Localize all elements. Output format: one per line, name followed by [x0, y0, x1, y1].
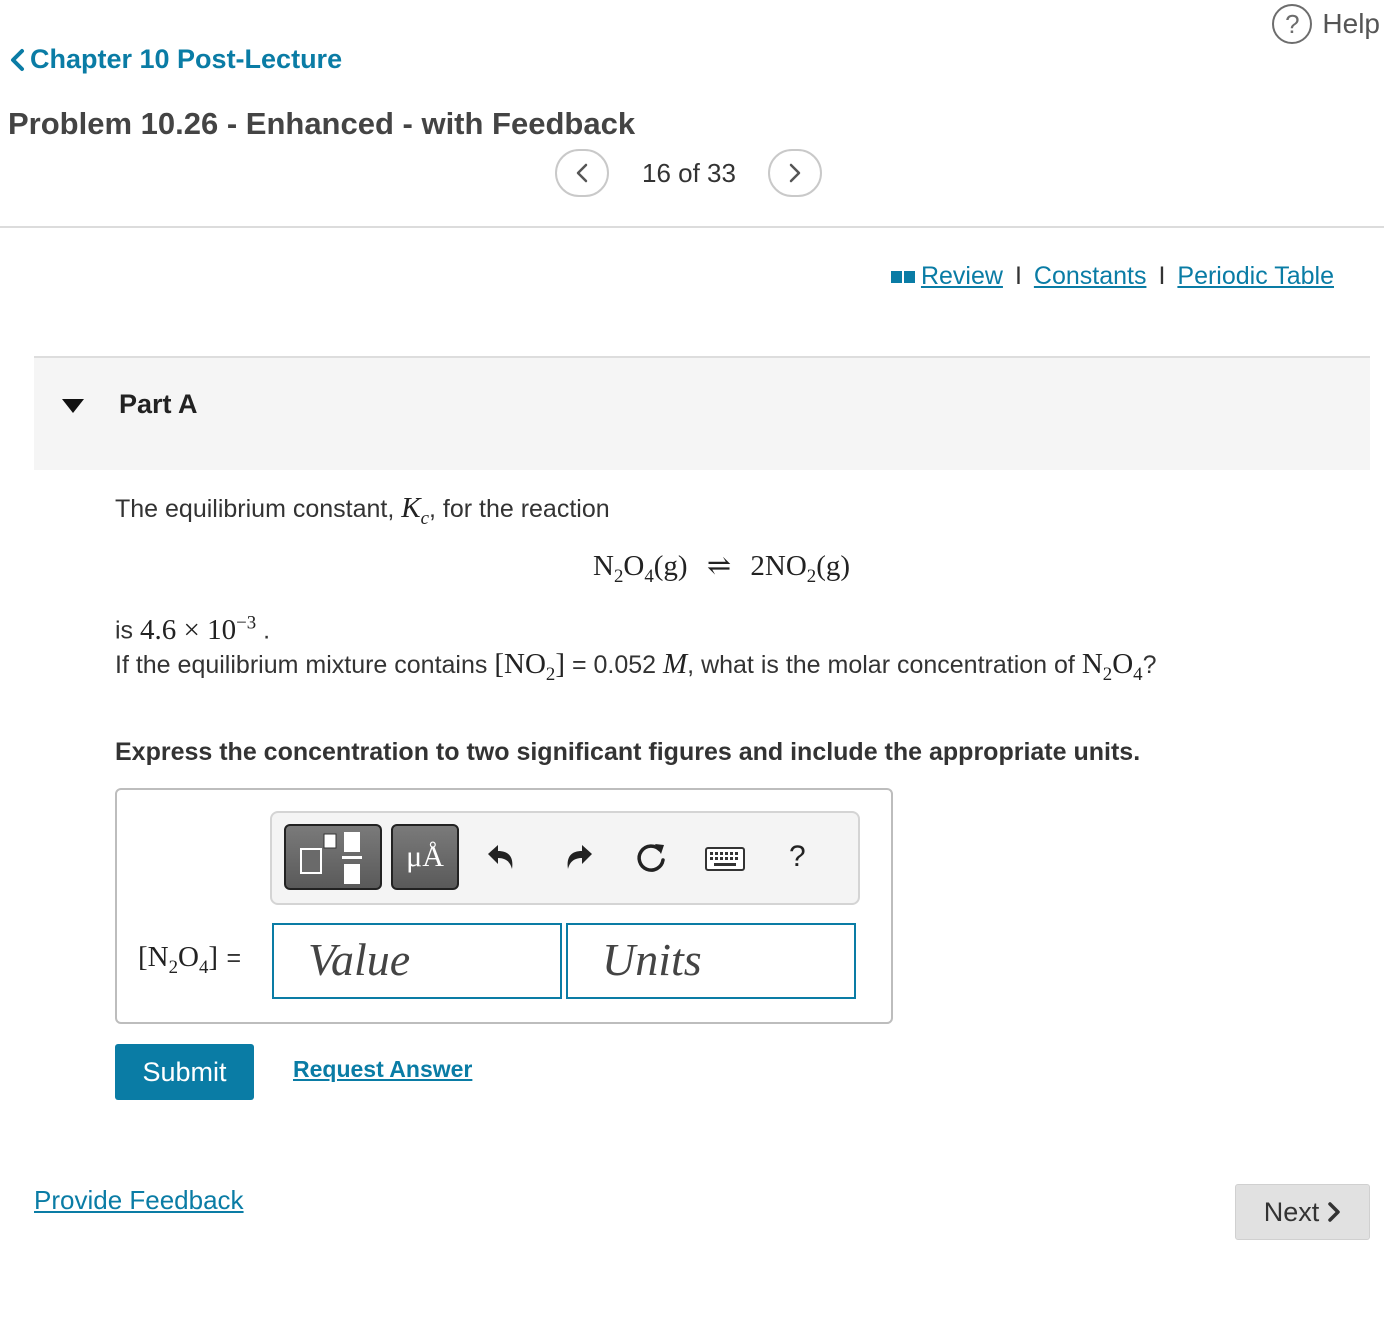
question-end: , what is the molar concentration of: [687, 651, 1075, 679]
undo-button[interactable]: [478, 834, 524, 880]
part-a-header[interactable]: [34, 356, 1370, 470]
help-button[interactable]: ? Help: [1272, 4, 1380, 44]
value-input[interactable]: Value: [272, 923, 562, 999]
chevron-left-icon: [11, 48, 24, 71]
target-o: O: [1112, 648, 1134, 680]
kc-symbol: Kc: [401, 492, 429, 529]
request-answer-link[interactable]: Request Answer: [293, 1056, 472, 1083]
template-button[interactable]: [284, 824, 382, 890]
units-placeholder: Units: [602, 934, 702, 985]
no2-sub: 2: [545, 663, 556, 685]
reactant-sub2: 4: [644, 565, 654, 587]
product: 2NO: [750, 550, 807, 582]
equals-sign: =: [226, 944, 242, 972]
chevron-left-icon: [576, 163, 588, 183]
product-sub: 2: [806, 565, 817, 587]
k-value: 4.6 × 10−3: [140, 612, 257, 646]
value-placeholder: Value: [308, 934, 411, 985]
units-button[interactable]: μÅ: [391, 824, 459, 890]
kc-k: K: [401, 492, 421, 524]
molar-unit: M: [663, 648, 688, 680]
equilibrium-arrow: ⇌: [706, 550, 732, 582]
undo-icon: [488, 845, 513, 869]
answer-lhs: [N2O4] =: [138, 941, 241, 979]
reaction-equation: N2O4(g) ⇌ 2NO2(g): [593, 548, 850, 588]
n2o4-bracket: [N2O4]: [138, 941, 219, 978]
help-circle-icon: ?: [1272, 4, 1313, 44]
lhs-open: [N: [138, 941, 169, 973]
chevron-right-icon: [1328, 1202, 1341, 1222]
link-separator: I: [1014, 262, 1022, 290]
question-line: If the equilibrium mixture contains [NO2…: [115, 648, 1156, 686]
previous-problem-button[interactable]: [555, 149, 609, 197]
target-sub1: 2: [1102, 663, 1113, 685]
link-separator: I: [1158, 262, 1166, 290]
collapse-triangle-icon[interactable]: [62, 399, 84, 413]
intro-end: , for the reaction: [428, 495, 610, 523]
reset-button[interactable]: [628, 835, 674, 881]
keyboard-button[interactable]: [702, 836, 748, 882]
product-state: (g): [816, 550, 851, 582]
lhs-sub2: 4: [198, 956, 209, 978]
redo-icon: [567, 845, 592, 869]
toolbar-help-button[interactable]: ?: [789, 840, 806, 874]
target-sub2: 4: [1133, 663, 1143, 685]
help-label: Help: [1322, 8, 1380, 39]
provide-feedback-link[interactable]: Provide Feedback: [34, 1185, 244, 1216]
reactant-state: (g): [653, 550, 688, 582]
no2-close: ]: [555, 648, 565, 680]
target-n: N: [1081, 648, 1103, 680]
periodic-table-link[interactable]: Periodic Table: [1177, 262, 1334, 291]
k-value-exponent: −3: [236, 612, 257, 633]
reactant-sub1: 2: [613, 565, 624, 587]
next-button[interactable]: Next: [1235, 1184, 1370, 1240]
part-label: Part A: [119, 389, 198, 419]
next-button-label: Next: [1263, 1196, 1320, 1227]
no2-label: [NO: [494, 648, 546, 680]
instruction-text: Express the concentration to two signifi…: [115, 738, 1141, 766]
chevron-right-icon: [789, 163, 801, 183]
problem-intro: The equilibrium constant, Kc, for the re…: [115, 492, 610, 530]
next-problem-button[interactable]: [768, 149, 822, 197]
reactant-o: O: [623, 550, 645, 582]
lhs-close: ]: [208, 941, 219, 973]
intro-text: The equilibrium constant,: [115, 495, 395, 523]
fraction-template-icon: [300, 832, 362, 884]
lhs-o: O: [178, 941, 199, 973]
book-icon: [890, 270, 915, 283]
no2-concentration: [NO2]: [494, 648, 565, 685]
period: .: [263, 616, 271, 645]
pager-count: 16 of 33: [642, 158, 736, 188]
reset-icon: [637, 844, 665, 872]
constants-link[interactable]: Constants: [1034, 262, 1147, 291]
keyboard-icon: [705, 847, 745, 871]
back-link[interactable]: Chapter 10 Post-Lecture: [8, 44, 342, 75]
reactant-n: N: [593, 550, 614, 582]
is-text: is: [115, 616, 134, 645]
review-link-label: Review: [920, 262, 1003, 290]
no2-value: = 0.052: [571, 651, 657, 679]
kc-sub: c: [420, 507, 429, 529]
header-divider: [0, 226, 1384, 228]
question-mark: ?: [1142, 651, 1157, 679]
question-start: If the equilibrium mixture contains: [115, 651, 488, 679]
submit-button[interactable]: Submit: [115, 1044, 254, 1100]
page-title: Problem 10.26 - Enhanced - with Feedback: [8, 106, 636, 141]
k-value-base: 4.6 × 10: [140, 613, 237, 646]
review-link[interactable]: Review: [890, 262, 1003, 291]
resource-links: Review I Constants I Periodic Table: [890, 262, 1334, 291]
lhs-sub1: 2: [168, 956, 179, 978]
units-button-label: μÅ: [406, 840, 444, 873]
target-formula: N2O4: [1081, 648, 1143, 685]
units-input[interactable]: Units: [566, 923, 856, 999]
redo-button[interactable]: [556, 834, 602, 880]
k-value-line: is 4.6 × 10−3 .: [115, 612, 270, 647]
back-link-label: Chapter 10 Post-Lecture: [30, 44, 343, 74]
